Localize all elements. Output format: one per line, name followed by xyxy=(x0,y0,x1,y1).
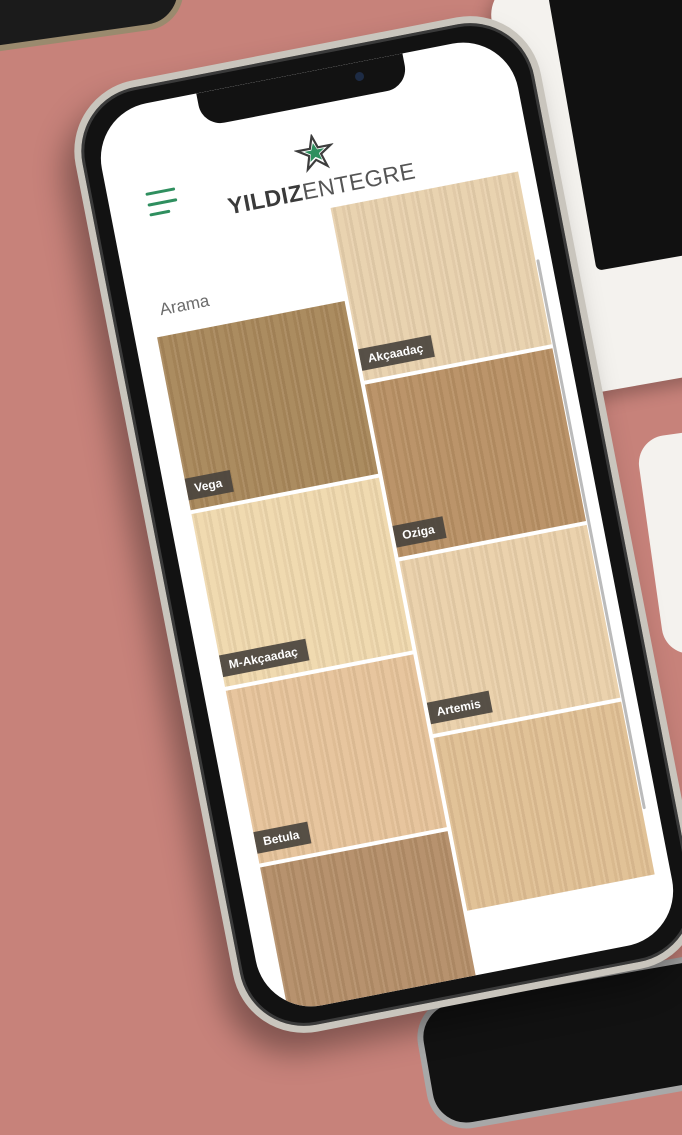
product-tile[interactable]: Vega xyxy=(157,300,379,511)
star-logo-icon xyxy=(293,132,335,174)
product-tile[interactable]: Artemis xyxy=(399,524,621,735)
background-phone-top xyxy=(0,0,189,59)
product-tile[interactable]: Oziga xyxy=(364,348,586,558)
product-tile[interactable]: M-Akçaadaç xyxy=(191,477,413,687)
product-name: Akçaadaç xyxy=(358,335,435,371)
product-name: Betula xyxy=(253,821,312,854)
product-name: Vega xyxy=(184,470,234,501)
product-grid: Vega M-Akçaadaç Betula Akçaadaç Oziga Ar… xyxy=(157,171,673,1017)
product-name: M-Akçaadaç xyxy=(218,638,310,678)
product-tile[interactable]: Akçaadaç xyxy=(330,171,552,381)
product-name: Artemis xyxy=(426,690,493,725)
product-tile[interactable] xyxy=(260,831,482,1017)
front-camera xyxy=(354,71,365,82)
product-name: Oziga xyxy=(392,516,447,548)
product-tile[interactable]: Betula xyxy=(225,654,447,864)
product-tile[interactable] xyxy=(433,701,655,911)
